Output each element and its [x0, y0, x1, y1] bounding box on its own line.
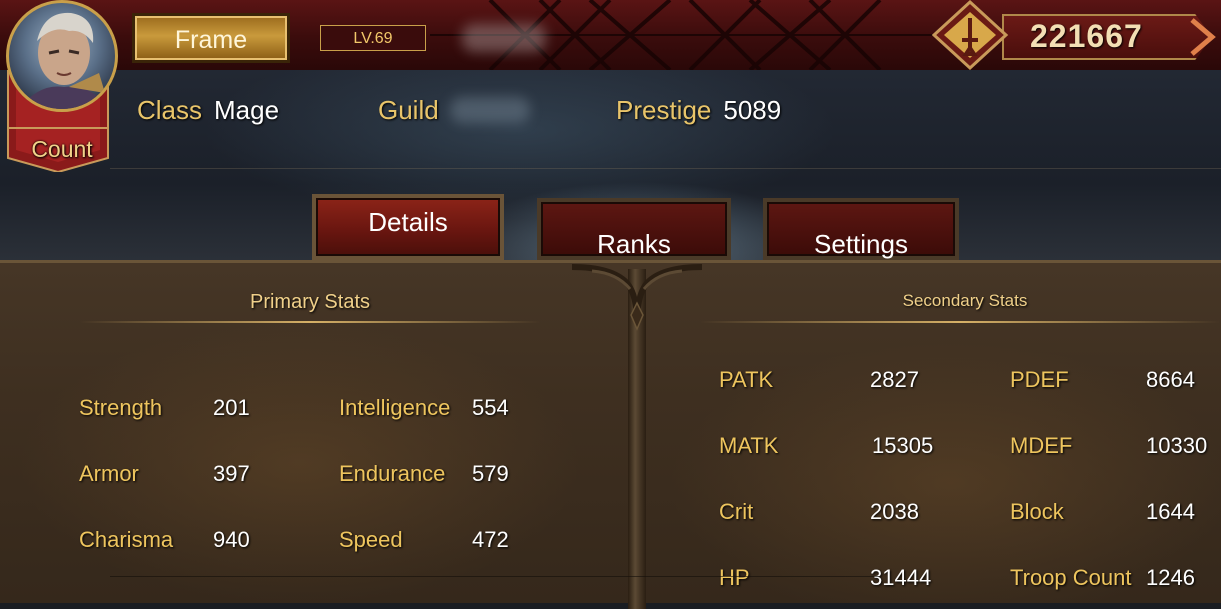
- level-badge: LV.69: [320, 25, 426, 51]
- stat-label: MATK: [719, 433, 779, 458]
- stat-value: 2827: [870, 367, 919, 392]
- stat-label: Endurance: [339, 461, 446, 486]
- stat-label: HP: [719, 565, 750, 590]
- prestige-label: Prestige: [616, 95, 712, 125]
- avatar-banner[interactable]: Count: [6, 0, 118, 172]
- tab-settings-label: Settings: [814, 229, 908, 259]
- stat-label: Troop Count: [1010, 565, 1132, 590]
- guild-label: Guild: [378, 95, 439, 125]
- stat-label: Strength: [79, 395, 163, 420]
- stat-label: PDEF: [1010, 367, 1069, 392]
- class-value: Mage: [214, 95, 280, 125]
- guild-name-redacted: [450, 97, 530, 123]
- stat-label: Block: [1010, 499, 1064, 524]
- class-label: Class: [137, 95, 203, 125]
- stat-value: 554: [472, 395, 509, 420]
- stat-value: 10330: [1146, 433, 1208, 458]
- stat-label: Intelligence: [339, 395, 451, 420]
- currency-value: 221667: [1030, 18, 1143, 54]
- tab-details-label: Details: [368, 207, 448, 237]
- stat-label: Speed: [339, 527, 403, 552]
- stat-label: Charisma: [79, 527, 174, 552]
- currency-display[interactable]: 221667: [930, 0, 1221, 70]
- stat-value: 2038: [870, 499, 919, 524]
- guild-info: Guild: [378, 95, 439, 126]
- prestige-info: Prestige 5089: [616, 95, 781, 126]
- stat-value: 15305: [872, 433, 934, 458]
- rank-title: Count: [31, 136, 93, 162]
- avatar[interactable]: [6, 0, 118, 112]
- primary-stats-title: Primary Stats: [249, 291, 371, 313]
- tab-details[interactable]: Details: [312, 194, 504, 260]
- primary-title-rule: [80, 321, 540, 323]
- class-info: Class Mage: [137, 95, 279, 126]
- stat-label: PATK: [719, 367, 774, 392]
- tab-settings[interactable]: Settings: [763, 198, 959, 260]
- player-name-redacted: [462, 24, 546, 52]
- stat-value: 472: [472, 527, 509, 552]
- stat-value: 1644: [1146, 499, 1195, 524]
- secondary-stats-title: Secondary Stats: [902, 291, 1028, 310]
- tab-ranks-label: Ranks: [597, 229, 671, 259]
- secondary-title-rule: [700, 321, 1220, 323]
- frame-button[interactable]: Frame: [132, 13, 290, 63]
- stat-label: Armor: [79, 461, 139, 486]
- stat-value: 579: [472, 461, 509, 486]
- panel-ornament: [572, 264, 702, 331]
- stat-label: Crit: [719, 499, 754, 524]
- bottom-rule: [110, 576, 880, 577]
- stat-value: 940: [213, 527, 250, 552]
- stat-value: 31444: [870, 565, 932, 590]
- hero-portrait: [19, 12, 109, 109]
- sword-emblem-icon: [931, 0, 1009, 70]
- stats-panel: Primary Stats Strength 201 Intelligence …: [0, 260, 1221, 609]
- stat-value: 201: [213, 395, 250, 420]
- tab-ranks[interactable]: Ranks: [537, 198, 731, 260]
- stat-value: 397: [213, 461, 250, 486]
- stat-value: 8664: [1146, 367, 1195, 392]
- prestige-value: 5089: [723, 95, 782, 125]
- chevron-right-icon: [1190, 18, 1216, 56]
- stat-label: MDEF: [1010, 433, 1073, 458]
- header-divider: [110, 168, 1221, 169]
- stat-value: 1246: [1146, 565, 1195, 590]
- frame-button-label: Frame: [174, 26, 248, 54]
